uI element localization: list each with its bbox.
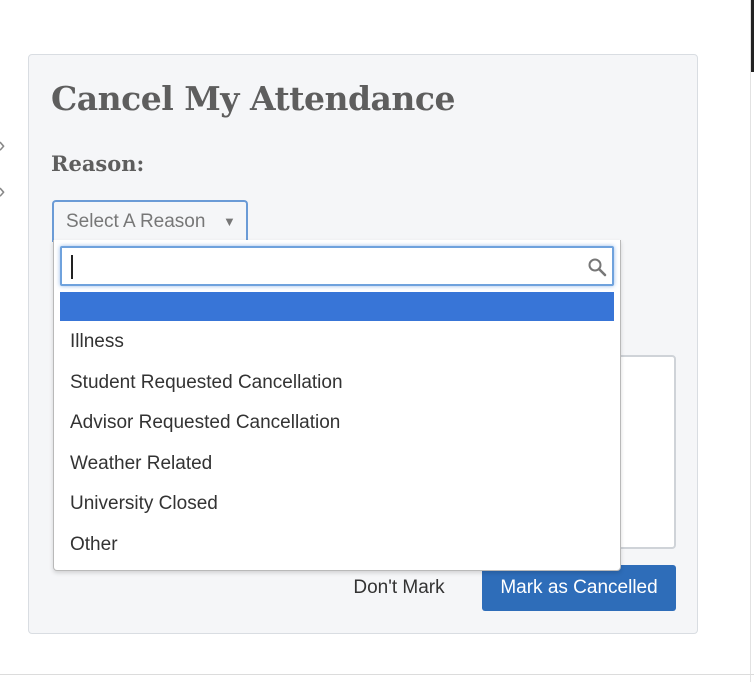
search-icon <box>588 258 607 277</box>
reason-dropdown: Illness Student Requested Cancellation A… <box>53 240 621 571</box>
reason-select[interactable]: Select A Reason ▼ <box>52 200 248 242</box>
dropdown-option[interactable]: Student Requested Cancellation <box>60 363 614 404</box>
dropdown-option[interactable]: Illness <box>60 322 614 363</box>
bottom-divider <box>0 674 754 675</box>
dialog-title: Cancel My Attendance <box>51 79 455 118</box>
dropdown-search[interactable] <box>60 246 614 286</box>
window-edge <box>750 0 754 682</box>
dropdown-option-blank-highlighted[interactable] <box>60 292 614 321</box>
chevron-fragment-icon: › <box>0 134 5 156</box>
reason-label: Reason: <box>51 151 145 176</box>
triangle-down-icon: ▼ <box>223 214 236 229</box>
dropdown-option[interactable]: Weather Related <box>60 444 614 485</box>
dropdown-search-input[interactable] <box>68 251 582 283</box>
dropdown-option[interactable]: Advisor Requested Cancellation <box>60 403 614 444</box>
chevron-fragment-icon: › <box>0 180 5 202</box>
dropdown-options: Illness Student Requested Cancellation A… <box>60 322 614 565</box>
dont-mark-button[interactable]: Don't Mark <box>334 565 464 611</box>
mark-as-cancelled-button[interactable]: Mark as Cancelled <box>482 565 676 611</box>
dropdown-option[interactable]: Other <box>60 525 614 566</box>
reason-select-value: Select A Reason <box>66 211 206 232</box>
dropdown-option[interactable]: University Closed <box>60 484 614 525</box>
